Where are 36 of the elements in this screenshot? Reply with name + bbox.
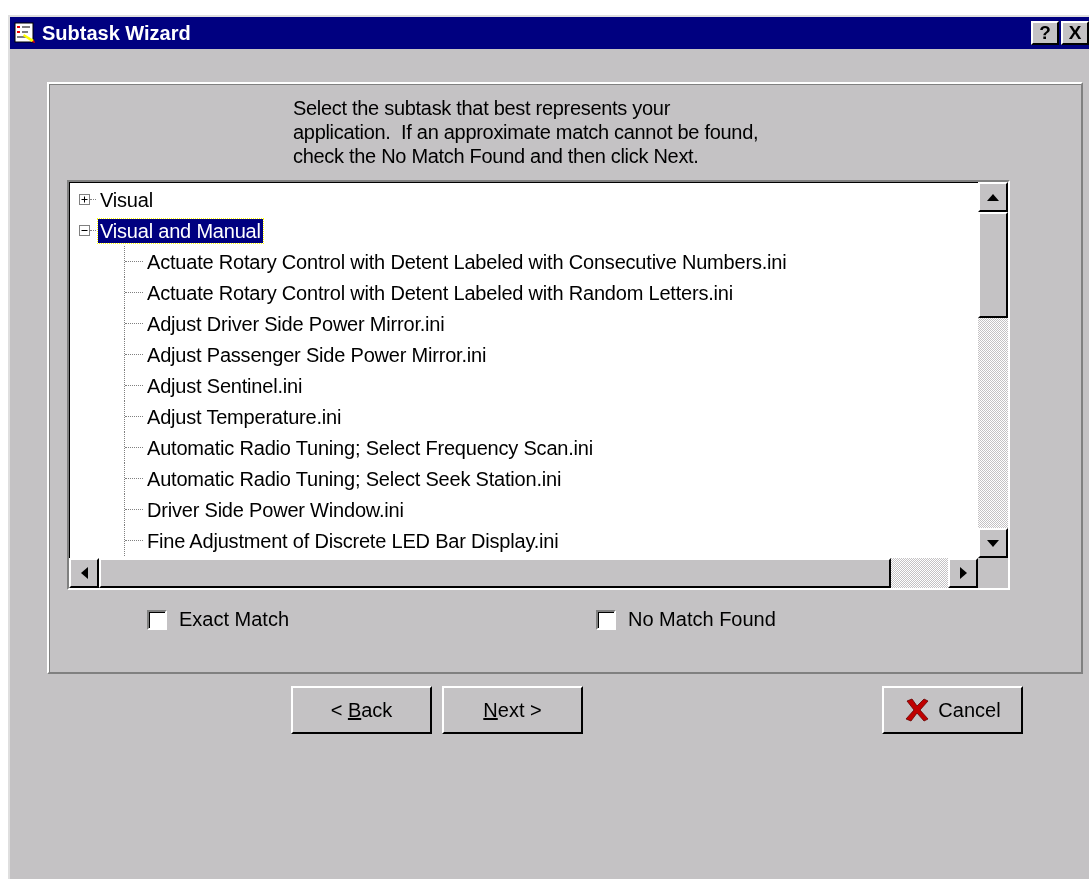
tree-item[interactable]: Fine Adjustment of Discrete LED Bar Display.ini (145, 528, 561, 553)
scroll-thumb[interactable] (978, 212, 1008, 318)
window-title: Subtask Wizard (42, 21, 192, 45)
down-arrow-icon (987, 539, 999, 547)
scroll-up-button[interactable] (978, 182, 1008, 212)
tree-item[interactable]: Actuate Rotary Control with Detent Labeled with Consecutive Numbers.ini (145, 249, 789, 274)
left-arrow-icon (80, 567, 88, 579)
app-icon (14, 22, 36, 44)
next-button[interactable]: Next > (442, 686, 583, 734)
cancel-button[interactable]: Cancel (882, 686, 1023, 734)
collapse-icon[interactable] (79, 225, 90, 236)
cross-icon (904, 698, 931, 722)
tree-item[interactable]: Adjust Passenger Side Power Mirror.ini (145, 342, 489, 367)
right-arrow-icon (959, 567, 967, 579)
vertical-scrollbar[interactable] (978, 182, 1008, 558)
back-button[interactable]: < Back (291, 686, 432, 734)
tree-item[interactable]: Automatic Radio Tuning; Select Seek Station.ini (145, 466, 564, 491)
tree-item[interactable]: Adjust Driver Side Power Mirror.ini (145, 311, 447, 336)
scrollbar-corner (978, 558, 1008, 588)
help-button[interactable]: ? (1031, 21, 1059, 45)
scroll-left-button[interactable] (69, 558, 99, 588)
tree-item[interactable]: Automatic Radio Tuning; Select Frequency Scan.ini (145, 435, 595, 460)
tree-node[interactable]: Visual (98, 187, 155, 212)
up-arrow-icon (987, 193, 999, 201)
tree-node[interactable]: Visual and Manual (98, 218, 263, 243)
expand-icon[interactable] (79, 194, 90, 205)
tree-item[interactable]: Adjust Sentinel.ini (145, 373, 305, 398)
checkbox[interactable]: No Match Found (596, 608, 776, 631)
instructions: Select the subtask that best represents your application. If an approximate match cannot be found, check the No Match Found and then click Next. (293, 96, 760, 168)
scroll-right-button[interactable] (948, 558, 978, 588)
scroll-down-button[interactable] (978, 528, 1008, 558)
tree-item[interactable]: Driver Side Power Window.ini (145, 497, 406, 522)
tree-item[interactable]: Adjust Temperature.ini (145, 404, 344, 429)
tree-item[interactable]: Actuate Rotary Control with Detent Labeled with Random Letters.ini (145, 280, 735, 305)
close-button[interactable]: X (1061, 21, 1089, 45)
checkbox[interactable]: Exact Match (147, 608, 290, 631)
